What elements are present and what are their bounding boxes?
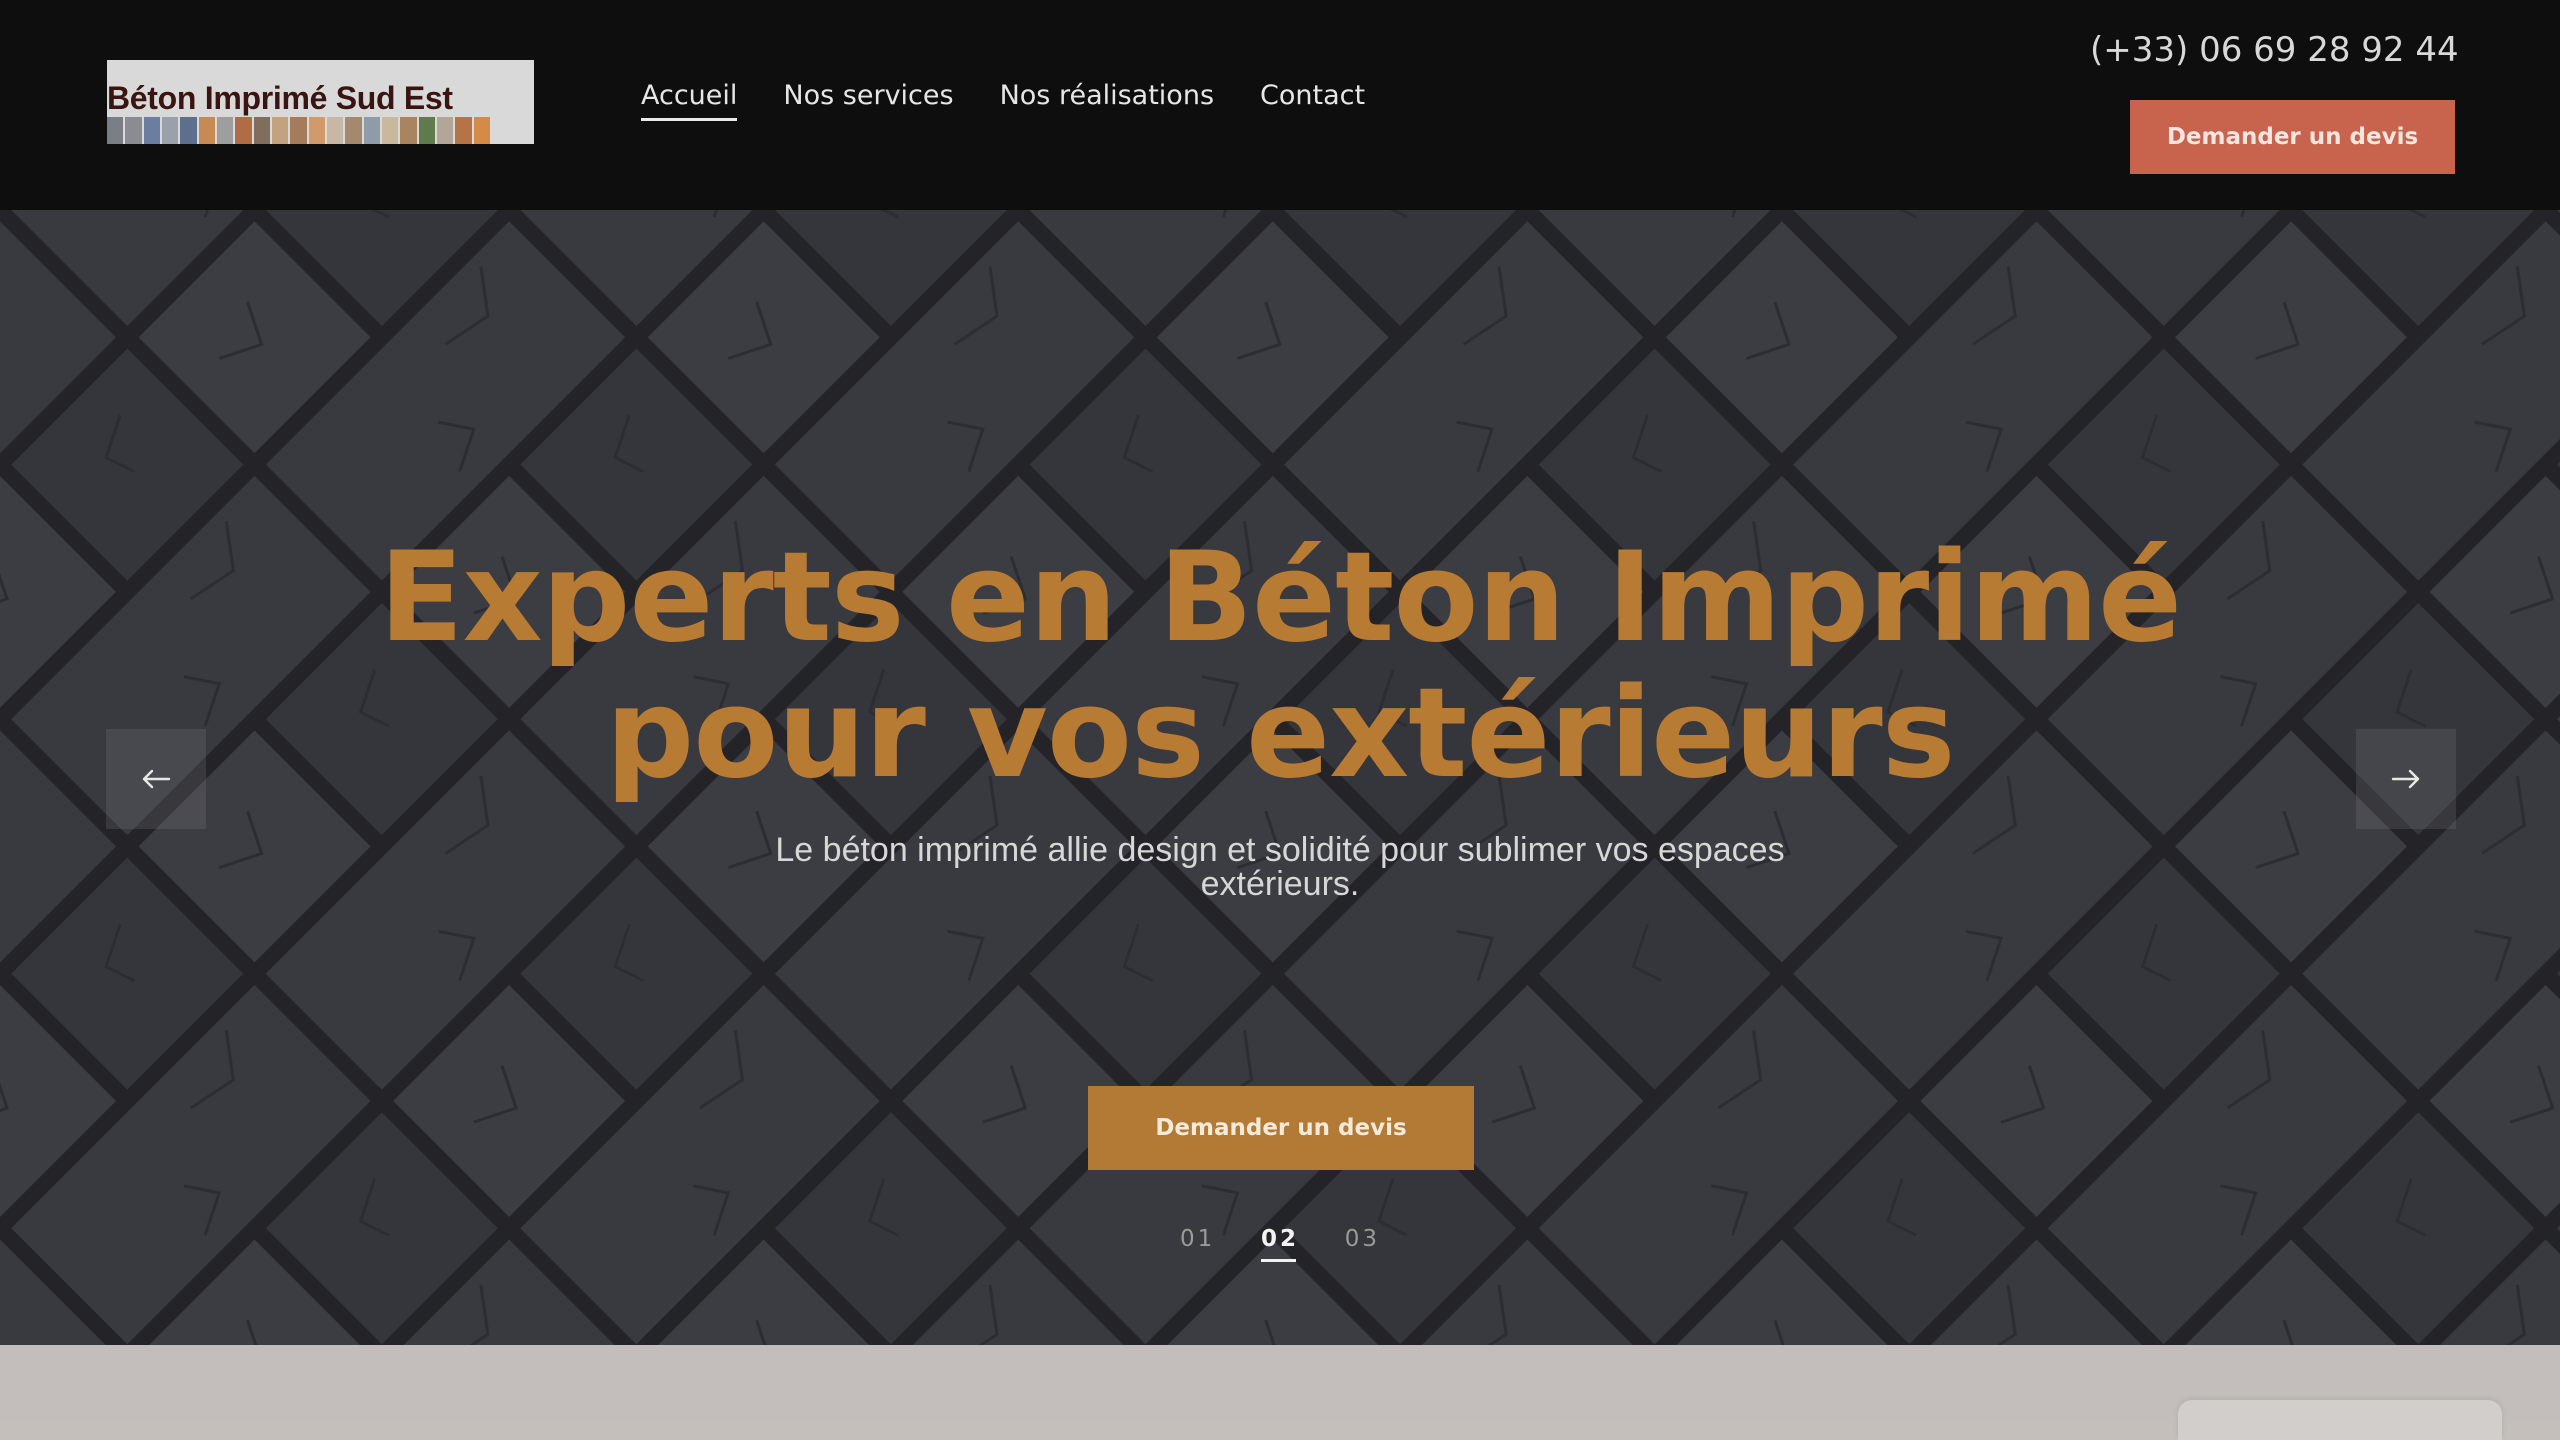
- logo-tile: [400, 117, 417, 144]
- hero-subtitle: Le béton imprimé allie design et solidit…: [680, 833, 1880, 901]
- logo-tile: [473, 117, 490, 144]
- logo-tile: [198, 117, 215, 144]
- logo-tiles: [107, 117, 492, 144]
- hero-quote-button[interactable]: Demander un devis: [1088, 1086, 1474, 1170]
- logo-tile: [253, 117, 270, 144]
- logo-tile: [107, 117, 124, 144]
- arrow-left-icon: [142, 769, 171, 789]
- header-quote-button[interactable]: Demander un devis: [2130, 100, 2455, 174]
- nav-item-services[interactable]: Nos services: [783, 80, 953, 121]
- nav-item-realisations[interactable]: Nos réalisations: [1000, 80, 1214, 121]
- slider-pagination: 01 02 03: [1180, 1226, 1380, 1262]
- phone-number[interactable]: (+33) 06 69 28 92 44: [2090, 30, 2459, 70]
- next-section: [0, 1345, 2560, 1422]
- logo-tile: [271, 117, 289, 144]
- logo-tile: [143, 117, 160, 144]
- main-nav: Accueil Nos services Nos réalisations Co…: [641, 80, 1365, 121]
- hero-subtitle-line1: Le béton imprimé allie design et solidit…: [775, 831, 1785, 869]
- floating-widget[interactable]: [2178, 1400, 2502, 1440]
- hero-title-line2: pour vos extérieurs: [605, 662, 1956, 806]
- logo-tile: [161, 117, 179, 144]
- hero-subtitle-line2: extérieurs.: [1200, 865, 1360, 903]
- slide-indicator-03[interactable]: 03: [1345, 1226, 1380, 1262]
- logo-tile: [363, 117, 380, 144]
- slide-indicator-02[interactable]: 02: [1260, 1226, 1299, 1262]
- slider-prev-button[interactable]: [106, 729, 206, 829]
- logo-tile: [381, 117, 399, 144]
- slide-indicator-01[interactable]: 01: [1180, 1226, 1215, 1262]
- hero-title-line1: Experts en Béton Imprimé: [378, 526, 2182, 670]
- hero-slider: Experts en Béton Imprimé pour vos extéri…: [0, 210, 2560, 1345]
- logo-tile: [125, 117, 142, 144]
- nav-item-contact[interactable]: Contact: [1260, 80, 1365, 121]
- site-header: Béton Imprimé Sud Est Accueil Nos servic…: [0, 0, 2560, 210]
- logo-tile: [290, 117, 307, 144]
- nav-item-accueil[interactable]: Accueil: [641, 80, 738, 121]
- hero-title: Experts en Béton Imprimé pour vos extéri…: [280, 530, 2280, 802]
- logo-tile: [216, 117, 234, 144]
- logo-tile: [326, 117, 344, 144]
- logo-text: Béton Imprimé Sud Est: [107, 80, 453, 116]
- logo[interactable]: Béton Imprimé Sud Est: [107, 60, 534, 144]
- logo-tile: [345, 117, 362, 144]
- logo-tile: [235, 117, 252, 144]
- slider-next-button[interactable]: [2356, 729, 2456, 829]
- logo-tile: [418, 117, 435, 144]
- logo-tile: [180, 117, 197, 144]
- logo-tile: [455, 117, 472, 144]
- logo-tile: [308, 117, 325, 144]
- logo-tile: [436, 117, 454, 144]
- arrow-right-icon: [2391, 769, 2420, 789]
